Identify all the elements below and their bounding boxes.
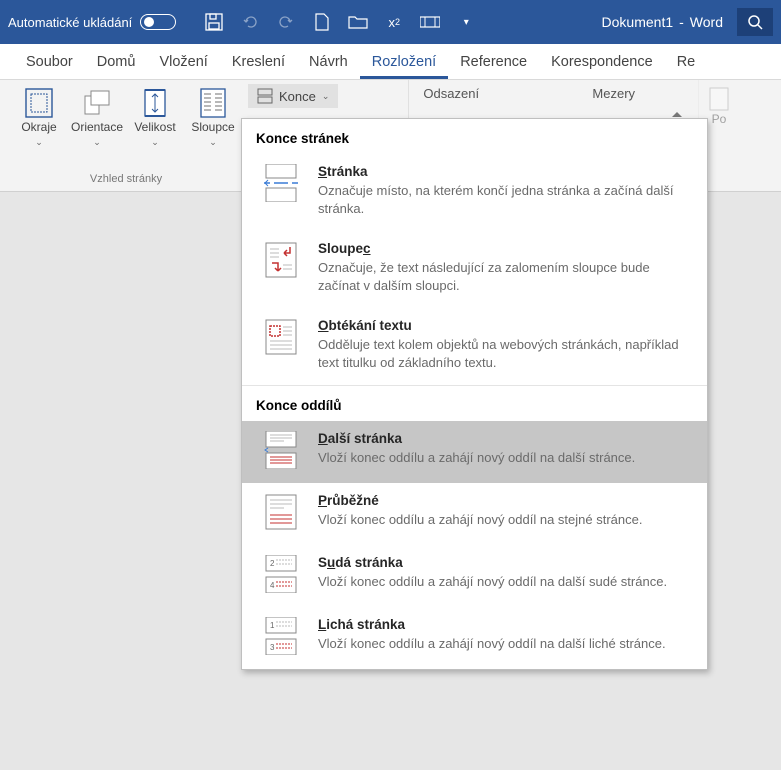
page-break-icon <box>264 164 298 202</box>
menu-item-licha[interactable]: 13 Lichá stránka Vloží konec oddílu a za… <box>242 607 707 669</box>
menu-item-title: Průběžné <box>318 493 689 508</box>
tab-soubor[interactable]: Soubor <box>14 46 85 79</box>
tab-korespondence[interactable]: Korespondence <box>539 46 665 79</box>
menu-item-title: Další stránka <box>318 431 689 446</box>
menu-item-sloupec[interactable]: Sloupec Označuje, že text následující za… <box>242 231 707 308</box>
tab-re[interactable]: Re <box>665 46 708 79</box>
undo-icon[interactable] <box>240 12 260 32</box>
save-icon[interactable] <box>204 12 224 32</box>
odd-page-icon: 13 <box>264 617 298 655</box>
section-header-oddil: Konce oddílů <box>242 385 707 421</box>
tab-domu[interactable]: Domů <box>85 46 148 79</box>
menu-item-title: Lichá stránka <box>318 617 689 632</box>
konce-dropdown: Konce stránek Stránka Označuje místo, na… <box>241 118 708 670</box>
konce-button[interactable]: Konce⌄ <box>248 84 338 108</box>
qat-customize-icon[interactable]: ▾ <box>456 12 476 32</box>
menu-item-desc: Vloží konec oddílu a zahájí nový oddíl n… <box>318 635 689 653</box>
odsazeni-label: Odsazení <box>409 80 578 105</box>
menu-item-dalsi-stranka[interactable]: Další stránka Vloží konec oddílu a zaháj… <box>242 421 707 483</box>
menu-item-title: Obtékání textu <box>318 318 689 333</box>
redo-icon[interactable] <box>276 12 296 32</box>
superscript-icon[interactable]: x2 <box>384 12 404 32</box>
autosave-label: Automatické ukládání <box>8 15 132 30</box>
search-button[interactable] <box>737 8 773 36</box>
menu-item-desc: Vloží konec oddílu a zahájí nový oddíl n… <box>318 573 689 591</box>
even-page-icon: 24 <box>264 555 298 593</box>
tab-kresleni[interactable]: Kreslení <box>220 46 297 79</box>
tab-reference[interactable]: Reference <box>448 46 539 79</box>
document-title: Dokument1-Word <box>602 14 723 30</box>
layout-icon[interactable] <box>420 12 440 32</box>
menu-item-desc: Vloží konec oddílu a zahájí nový oddíl n… <box>318 511 689 529</box>
section-header-pages: Konce stránek <box>242 119 707 154</box>
svg-text:1: 1 <box>270 621 275 630</box>
mezery-label: Mezery <box>578 80 698 105</box>
menu-item-desc: Označuje, že text následující za zalomen… <box>318 259 689 294</box>
tab-navrh[interactable]: Návrh <box>297 46 360 79</box>
svg-text:4: 4 <box>270 581 275 590</box>
menu-item-prubezne[interactable]: Průběžné Vloží konec oddílu a zahájí nov… <box>242 483 707 545</box>
menu-item-title: Sudá stránka <box>318 555 689 570</box>
svg-text:2: 2 <box>270 559 275 568</box>
column-break-icon <box>264 241 298 279</box>
menu-item-obtekani[interactable]: Obtékání textu Odděluje text kolem objek… <box>242 308 707 385</box>
menu-item-title: Stránka <box>318 164 689 179</box>
velikost-button[interactable]: Velikost⌄ <box>126 84 184 148</box>
menu-item-suda[interactable]: 24 Sudá stránka Vloží konec oddílu a zah… <box>242 545 707 607</box>
ribbon-tabs: Soubor Domů Vložení Kreslení Návrh Rozlo… <box>0 44 781 80</box>
menu-item-desc: Vloží konec oddílu a zahájí nový oddíl n… <box>318 449 689 467</box>
tab-vlozeni[interactable]: Vložení <box>147 46 219 79</box>
autosave-toggle[interactable] <box>140 14 176 30</box>
tab-rozlozeni[interactable]: Rozložení <box>360 46 448 79</box>
menu-item-title: Sloupec <box>318 241 689 256</box>
orientace-button[interactable]: Orientace⌄ <box>68 84 126 148</box>
text-wrap-icon <box>264 318 298 356</box>
continuous-icon <box>264 493 298 531</box>
title-bar: Automatické ukládání x2 ▾ Dokument1-Word <box>0 0 781 44</box>
new-file-icon[interactable] <box>312 12 332 32</box>
menu-item-stranka[interactable]: Stránka Označuje místo, na kterém končí … <box>242 154 707 231</box>
sloupce-button[interactable]: Sloupce⌄ <box>184 84 242 148</box>
group-caption: Vzhled stránky <box>90 173 162 189</box>
breaks-icon <box>257 88 273 104</box>
open-folder-icon[interactable] <box>348 12 368 32</box>
okraje-button[interactable]: Okraje⌄ <box>10 84 68 148</box>
menu-item-desc: Odděluje text kolem objektů na webových … <box>318 336 689 371</box>
menu-item-desc: Označuje místo, na kterém končí jedna st… <box>318 182 689 217</box>
svg-text:3: 3 <box>270 643 275 652</box>
next-page-icon <box>264 431 298 469</box>
